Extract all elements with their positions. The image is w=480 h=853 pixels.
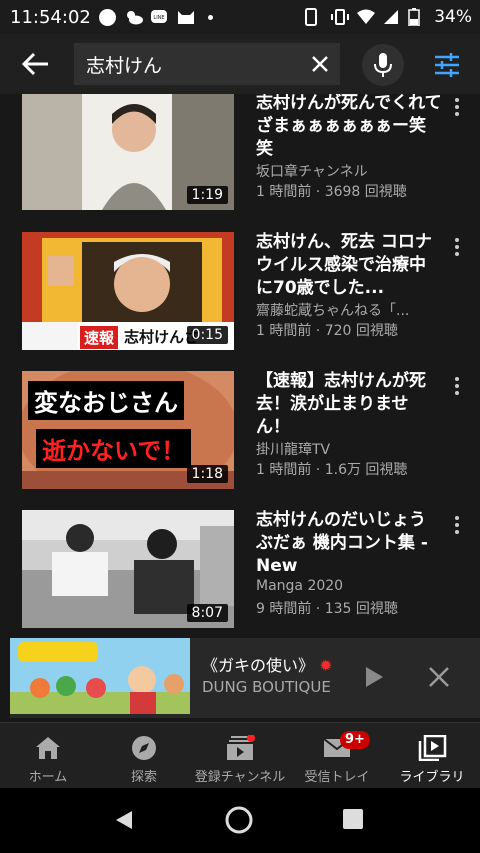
channel-name: Manga 2020 <box>256 578 344 594</box>
svg-text:LINE: LINE <box>153 15 164 21</box>
battery-icon <box>408 8 426 27</box>
more-options-button[interactable] <box>450 514 464 538</box>
library-icon <box>417 734 447 762</box>
mail-icon: 9+ <box>322 731 370 761</box>
video-duration: 1:19 <box>186 186 228 204</box>
mini-player-thumbnail[interactable] <box>10 638 190 714</box>
mini-player-close-button[interactable] <box>426 664 452 690</box>
search-query: 志村けん <box>86 54 163 77</box>
signal-icon <box>382 8 400 26</box>
play-icon <box>366 667 383 687</box>
thumbnail-image <box>10 638 190 714</box>
android-home-button[interactable] <box>224 805 254 835</box>
more-options-button[interactable] <box>450 236 464 260</box>
filter-button[interactable] <box>432 50 462 80</box>
close-icon <box>312 56 328 72</box>
close-icon <box>429 667 449 687</box>
cat-app-icon <box>176 8 194 26</box>
video-result[interactable]: 8:07 志村けんのだいじょうぶだぁ 機内コント集 - New Manga 20… <box>0 510 480 636</box>
back-button[interactable] <box>20 50 52 78</box>
video-result[interactable]: 1:19 志村けんが死んでくれてざまぁぁぁぁぁぁー笑笑 坂口章チャンネル 1 時… <box>0 94 480 224</box>
video-meta: 1 時間前 · 720 回視聴 <box>256 323 398 339</box>
video-duration: 1:18 <box>186 465 228 483</box>
android-back-button[interactable] <box>112 808 136 832</box>
channel-name: 掛川龍璋TV <box>256 442 331 458</box>
nav-inbox[interactable]: 9+ 受信トレイ <box>296 723 378 789</box>
line-icon: LINE <box>150 8 168 26</box>
triangle-back-icon <box>116 811 132 829</box>
nav-home[interactable]: ホーム <box>24 723 72 789</box>
nav-subscriptions[interactable]: 登録チャンネル <box>190 723 290 789</box>
android-recents-button[interactable] <box>342 808 364 830</box>
video-title: 志村けんのだいじょうぶだぁ 機内コント集 - New <box>256 510 428 576</box>
channel-name: 齋藤蛇蔵ちゃんねる「... <box>256 303 410 319</box>
video-thumbnail[interactable]: 8:07 <box>22 510 234 628</box>
video-thumbnail[interactable]: 変なおじさん 逝かないで！ 1:18 <box>22 371 234 489</box>
video-title: 志村けん、死去 コロナウイルス感染で治療中に70歳でした... <box>256 232 432 298</box>
video-thumbnail[interactable]: 1:19 <box>22 94 234 210</box>
gear-icon: ✹ <box>319 656 333 675</box>
search-header: 志村けん <box>0 34 480 94</box>
video-title: 【速報】志村けんが死去！涙が止まりません！ <box>256 371 426 437</box>
mini-player-channel: DUNG BOUTIQUE <box>202 678 331 696</box>
subscriptions-icon <box>225 734 255 761</box>
mini-player[interactable]: 《ガキの使い》 ✹ DUNG BOUTIQUE <box>10 638 480 718</box>
phone-icon <box>304 8 322 26</box>
search-input[interactable]: 志村けん <box>74 43 340 85</box>
video-meta: 1 時間前 · 1.6万 回視聴 <box>256 462 408 478</box>
notification-dot-icon <box>207 14 213 20</box>
video-duration: 0:15 <box>186 326 228 344</box>
thumb-subheadline: 逝かないで！ <box>36 429 192 468</box>
video-title: 志村けんが死んでくれてざまぁぁぁぁぁぁー笑笑 <box>256 94 442 159</box>
mini-player-title: 《ガキの使い》 ✹ <box>202 656 333 675</box>
square-recents-icon <box>343 809 363 829</box>
microphone-icon <box>374 53 392 77</box>
status-bar: 11:54:02 LINE 34% <box>0 0 480 34</box>
thumb-headline: 変なおじさん <box>28 381 184 420</box>
wifi-icon <box>356 8 376 26</box>
channel-name: 坂口章チャンネル <box>256 164 368 180</box>
search-results-list: 1:19 志村けんが死んでくれてざまぁぁぁぁぁぁー笑笑 坂口章チャンネル 1 時… <box>0 94 480 636</box>
more-options-button[interactable] <box>450 96 464 120</box>
weather-icon <box>124 8 143 26</box>
filter-sliders-icon <box>435 53 459 77</box>
more-options-button[interactable] <box>450 375 464 399</box>
clear-search-button[interactable] <box>300 44 340 84</box>
home-icon <box>33 735 63 761</box>
video-result[interactable]: 速報 志村けんさ 0:15 志村けん、死去 コロナウイルス感染で治療中に70歳で… <box>0 232 480 362</box>
bottom-navigation: ホーム 探索 登録チャンネル 9+ 受信トレイ ライブラリ <box>0 722 480 789</box>
android-navigation-bar <box>0 788 480 853</box>
battery-percent: 34% <box>434 7 472 27</box>
video-result[interactable]: 変なおじさん 逝かないで！ 1:18 【速報】志村けんが死去！涙が止まりません！… <box>0 371 480 501</box>
mini-player-play-button[interactable] <box>362 664 386 690</box>
circle-home-icon <box>225 806 253 834</box>
inbox-badge: 9+ <box>340 731 370 749</box>
arrow-left-icon <box>21 52 48 76</box>
nav-explore[interactable]: 探索 <box>120 723 168 789</box>
voice-search-button[interactable] <box>362 44 404 86</box>
status-time: 11:54:02 <box>10 6 91 28</box>
video-meta: 1 時間前 · 3698 回視聴 <box>256 184 407 200</box>
nav-library[interactable]: ライブラリ <box>394 723 470 789</box>
vibrate-icon <box>330 8 350 26</box>
compass-icon <box>129 735 159 761</box>
facebook-icon <box>98 8 116 26</box>
video-meta: 9 時間前 · 135 回視聴 <box>256 601 398 617</box>
video-duration: 8:07 <box>186 604 228 622</box>
thumb-breaking-label: 速報 <box>80 326 119 349</box>
video-thumbnail[interactable]: 速報 志村けんさ 0:15 <box>22 232 234 350</box>
